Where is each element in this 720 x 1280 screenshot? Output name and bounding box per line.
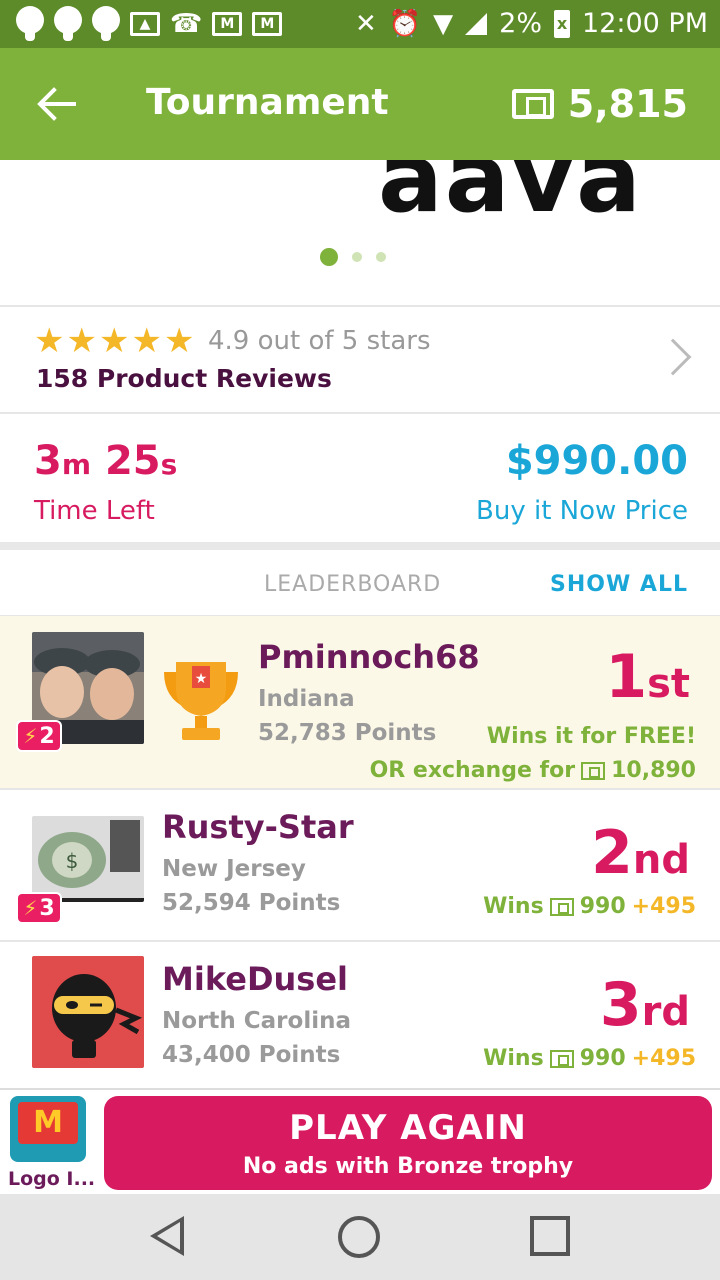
win-prize: Wins 990 +495 — [483, 1046, 696, 1071]
phone-icon: ☎ — [170, 9, 203, 39]
leaderboard-row-2[interactable]: $ ⚡ 3 Rusty-Star New Jersey 52,594 Points… — [0, 790, 720, 940]
notification-icons: ▲ ☎ M M — [16, 6, 283, 42]
ticket-icon — [549, 897, 574, 916]
ticket-icon — [581, 761, 606, 780]
time-left-label: Time Left — [34, 496, 155, 526]
user-state: North Carolina — [162, 1008, 351, 1034]
play-again-button[interactable]: PLAY AGAIN No ads with Bronze trophy — [104, 1096, 712, 1190]
system-icons: ✕ ⏰ ▼ 2% x 12:00 PM — [355, 8, 708, 39]
back-arrow-icon[interactable] — [34, 82, 78, 126]
bulb-icon — [54, 6, 82, 42]
ticket-icon — [511, 89, 554, 119]
carousel-dot-active[interactable] — [320, 248, 338, 266]
ticket-balance[interactable]: 5,815 — [511, 82, 688, 126]
product-brand-logo: aava — [378, 160, 643, 234]
exchange-text: OR exchange for 10,890 — [369, 758, 696, 783]
user-state: New Jersey — [162, 856, 306, 882]
place-rank: 3rd — [599, 970, 690, 1040]
chevron-right-icon — [654, 338, 692, 376]
nav-back-icon[interactable] — [150, 1216, 184, 1256]
bottom-banner: M Logo I... PLAY AGAIN No ads with Bronz… — [0, 1088, 720, 1194]
leaderboard-row-1[interactable]: ⚡ 2 ★ Pminnoch68 Indiana 52,783 Points 1s… — [0, 616, 720, 788]
alarm-icon: ⏰ — [388, 8, 422, 39]
user-state: Indiana — [258, 686, 355, 712]
play-again-sublabel: No ads with Bronze trophy — [242, 1154, 574, 1179]
battery-icon: x — [554, 9, 571, 38]
star-icon: ★ — [34, 321, 65, 361]
place-rank: 2nd — [591, 818, 690, 888]
app-logo-label[interactable]: Logo I... — [8, 1168, 95, 1190]
status-bar: ▲ ☎ M M ✕ ⏰ ▼ 2% x 12:00 PM — [0, 0, 720, 48]
carousel-dot[interactable] — [352, 252, 362, 262]
svg-text:★: ★ — [195, 671, 208, 687]
star-rating: ★ ★ ★ ★ ★ — [34, 324, 194, 358]
nav-recents-icon[interactable] — [530, 1216, 570, 1256]
leaderboard-header: LEADERBOARD SHOW ALL — [0, 550, 720, 616]
carousel-indicator — [320, 248, 386, 266]
clock: 12:00 PM — [582, 8, 708, 39]
show-all-button[interactable]: SHOW ALL — [550, 572, 688, 597]
trophy-icon: ★ — [160, 658, 242, 744]
buy-now-price[interactable]: $990.00 — [506, 438, 688, 484]
product-image-carousel[interactable]: aava — [0, 160, 720, 306]
app-bar: Tournament 5,815 — [0, 48, 720, 160]
username[interactable]: Rusty-Star — [162, 808, 354, 846]
place-rank: 1st — [605, 642, 690, 712]
wifi-icon: ▼ — [433, 8, 454, 39]
gmail-icon: M — [212, 12, 243, 36]
app-logo-icon[interactable]: M — [10, 1096, 86, 1162]
ticket-icon — [549, 1049, 574, 1068]
star-icon: ★ — [163, 321, 195, 361]
buy-now-label[interactable]: Buy it Now Price — [476, 496, 688, 526]
ticket-count: 5,815 — [567, 82, 688, 126]
bulb-icon — [92, 6, 120, 42]
lightning-icon: ⚡ — [23, 724, 38, 748]
win-prize: Wins 990 +495 — [483, 894, 696, 919]
mcdonalds-icon: M — [18, 1102, 78, 1144]
star-icon: ★ — [66, 321, 97, 361]
play-again-label: PLAY AGAIN — [289, 1108, 527, 1148]
user-points: 52,594 Points — [162, 890, 341, 916]
system-nav-bar — [0, 1194, 720, 1280]
divider — [0, 305, 720, 307]
svg-text:$: $ — [66, 849, 79, 873]
leaderboard-title: LEADERBOARD — [264, 572, 442, 597]
mute-icon: ✕ — [355, 8, 377, 39]
reviews-row[interactable]: ★ ★ ★ ★ ★ 4.9 out of 5 stars 158 Product… — [0, 308, 720, 412]
user-points: 52,783 Points — [258, 720, 437, 746]
auction-info: 3m 25s Time Left $990.00 Buy it Now Pric… — [0, 414, 720, 542]
user-points: 43,400 Points — [162, 1042, 341, 1068]
gmail-icon: M — [252, 12, 283, 36]
streak-badge: ⚡ 2 — [16, 720, 62, 752]
leaderboard-row-3[interactable]: MikeDusel North Carolina 43,400 Points 3… — [0, 942, 720, 1088]
page-title: Tournament — [146, 82, 389, 123]
review-count: 158 Product Reviews — [36, 364, 332, 393]
streak-badge: ⚡ 3 — [16, 892, 62, 924]
nav-home-icon[interactable] — [338, 1216, 380, 1258]
avatar[interactable]: $ — [32, 816, 144, 902]
avatar[interactable] — [32, 956, 144, 1068]
username[interactable]: MikeDusel — [162, 960, 348, 998]
username[interactable]: Pminnoch68 — [258, 638, 480, 676]
star-icon: ★ — [98, 321, 130, 361]
bulb-icon — [16, 6, 44, 42]
lightning-icon: ⚡ — [23, 896, 38, 920]
rating-text: 4.9 out of 5 stars — [208, 326, 431, 356]
battery-percent: 2% — [499, 8, 543, 39]
signal-icon — [465, 12, 488, 35]
time-left-value: 3m 25s — [34, 438, 178, 484]
carousel-dot[interactable] — [376, 252, 386, 262]
image-icon: ▲ — [130, 12, 160, 36]
star-icon: ★ — [131, 321, 162, 361]
win-text: Wins it for FREE! — [486, 724, 696, 749]
section-divider — [0, 542, 720, 550]
